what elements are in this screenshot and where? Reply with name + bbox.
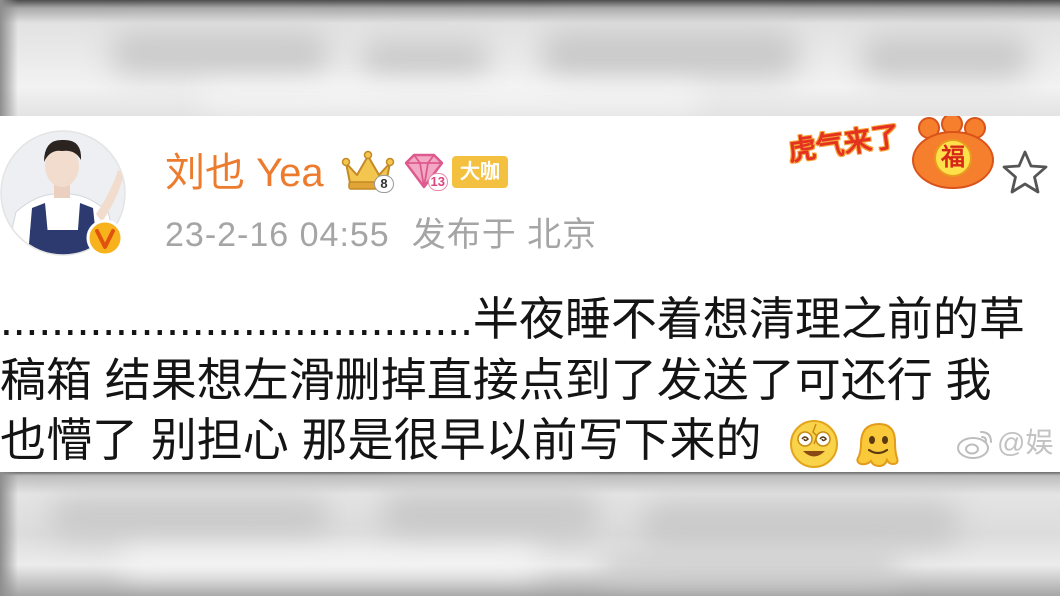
- vip-crown-badge[interactable]: 8: [340, 149, 396, 195]
- daka-badge[interactable]: 大咖: [452, 156, 508, 188]
- favorite-star-icon[interactable]: [1000, 148, 1050, 198]
- crown-level: 8: [374, 175, 394, 193]
- blurred-background-bottom: [0, 472, 1060, 596]
- post-time: 23-2-16 04:55: [165, 216, 390, 254]
- melting-face-emoji-icon: [851, 418, 903, 470]
- post-location: 发布于 北京: [411, 216, 598, 254]
- paw-fu-text: 福: [941, 144, 965, 171]
- dizzy-face-emoji-icon: [788, 418, 840, 470]
- weibo-logo-icon: [955, 428, 995, 460]
- post-meta: 23-2-16 04:55 发布于 北京: [165, 214, 597, 256]
- screenshot-stage: 刘也 Yea 8 13 大咖 23-2-16 04:55发布于 北京 虎气来了: [0, 0, 1060, 596]
- author-name[interactable]: 刘也 Yea: [165, 149, 324, 197]
- paw-sticker: 福: [905, 113, 1000, 190]
- watermark-text: @娱: [997, 427, 1054, 458]
- fan-level: 13: [427, 173, 448, 191]
- post-text-line: 也懵了 别担心 那是很早以前写下来的: [0, 414, 762, 466]
- fan-level-badge[interactable]: 13: [400, 151, 448, 195]
- post-text-line: .....................................半夜睡…: [0, 293, 1025, 345]
- verified-v-icon: [86, 219, 124, 257]
- blurred-background-top: [0, 0, 1060, 116]
- post-text-line: 稿箱 结果想左滑删掉直接点到了发送了可还行 我: [0, 354, 992, 406]
